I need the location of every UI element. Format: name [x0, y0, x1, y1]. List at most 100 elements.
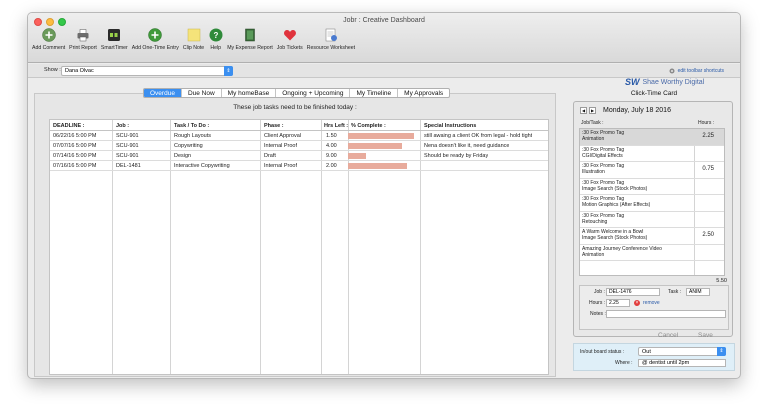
- add-entry-icon: [148, 27, 163, 42]
- hours-total: 5.50: [716, 278, 727, 284]
- progress-fill: [348, 153, 367, 159]
- show-user-select[interactable]: Dana Olvac ⇕: [61, 66, 233, 76]
- col-task[interactable]: Task / To Do :: [174, 123, 209, 129]
- tab-due-now[interactable]: Due Now: [182, 89, 222, 97]
- col-special-instructions[interactable]: Special Instructions: [424, 123, 476, 129]
- notes-field[interactable]: [606, 310, 726, 318]
- toolbar-label: SmartTimer: [100, 45, 128, 51]
- chevron-updown-icon: ⇕: [224, 66, 233, 76]
- show-user-value: Dana Olvac: [65, 68, 94, 74]
- toolbar-expense-report[interactable]: My Expense Report: [226, 27, 274, 51]
- overdue-tasks-table: DEADLINE : Job : Task / To Do : Phase : …: [49, 119, 549, 375]
- toolbar-smarttimer[interactable]: SmartTimer: [100, 27, 129, 51]
- progress-bar: [348, 153, 414, 159]
- add-comment-icon: [41, 27, 56, 42]
- job-cell: SCU-901: [116, 143, 139, 149]
- inout-board-status: In/out board status : Out ⇕ Where : @ de…: [573, 343, 735, 371]
- time-entry-row[interactable]: :30 Fox Promo Tag CGI/Digital Effects: [580, 146, 724, 162]
- entry-task: Animation: [582, 136, 605, 142]
- save-button[interactable]: Save: [698, 332, 713, 339]
- table-header: DEADLINE : Job : Task / To Do : Phase : …: [50, 120, 548, 131]
- next-day-button[interactable]: ▶: [589, 107, 596, 114]
- job-field[interactable]: DEL-1476: [606, 288, 660, 296]
- time-entry-row[interactable]: :30 Fox Promo Tag Animation 2.25: [580, 129, 724, 146]
- tab-my-homebase[interactable]: My homeBase: [222, 89, 277, 97]
- remove-link[interactable]: remove: [643, 300, 660, 306]
- app-window: Jobr : Creative Dashboard Add Comment Pr…: [27, 12, 741, 379]
- card-date: Monday, July 18 2016: [603, 107, 671, 114]
- title-bar: Jobr : Creative Dashboard Add Comment Pr…: [28, 13, 740, 63]
- col-hrs-left[interactable]: Hrs Left :: [324, 123, 348, 129]
- hours-label: Hours :: [589, 300, 606, 306]
- tab-overdue[interactable]: Overdue: [144, 89, 182, 97]
- time-entry-row[interactable]: A Warm Welcome in a Bowl Image Search (St…: [580, 228, 724, 245]
- toolbar: Add Comment Print Report SmartTimer Add …: [31, 27, 356, 51]
- toolbar-help[interactable]: ? Help: [207, 27, 224, 51]
- col-phase[interactable]: Phase :: [264, 123, 284, 129]
- deadline-cell: 07/14/16 5:00 PM: [53, 153, 97, 159]
- entry-task: Retouching: [582, 218, 608, 225]
- remove-icon[interactable]: ×: [634, 300, 640, 306]
- main-panel: These job tasks need to be finished toda…: [34, 93, 556, 377]
- toolbar-label: Clip Note: [182, 45, 205, 51]
- phase-cell: Draft: [264, 153, 276, 159]
- phase-cell: Client Approval: [264, 133, 301, 139]
- side-panel: SW Shae Worthy Digital Click-Time Card ◀…: [573, 73, 735, 343]
- col-job[interactable]: Job :: [116, 123, 129, 129]
- task-cell: Design: [174, 153, 192, 159]
- progress-bar: [348, 133, 414, 139]
- logo-text: Shae Worthy Digital: [642, 78, 705, 86]
- hours-field[interactable]: 2.25: [606, 299, 630, 307]
- col-deadline[interactable]: DEADLINE :: [53, 123, 84, 129]
- click-time-card: ◀ ▶ Monday, July 18 2016 Job/Task : Hour…: [573, 101, 733, 339]
- table-row[interactable]: 07/14/16 5:00 PM SCU-901 Design Draft 9.00 Sh…: [50, 151, 548, 161]
- table-subtitle: These job tasks need to be finished toda…: [233, 104, 357, 111]
- task-cell: Copywriting: [174, 143, 203, 149]
- time-entry-row[interactable]: :30 Fox Promo Tag Retouching: [580, 212, 724, 228]
- toolbar-label: Add One-Time Entry: [131, 45, 179, 51]
- entry-hours: 2.25: [702, 133, 714, 139]
- status-select[interactable]: Out ⇕: [638, 347, 726, 356]
- expense-book-icon: [242, 27, 257, 42]
- entry-task: Illustration: [582, 169, 605, 175]
- time-entries-list[interactable]: :30 Fox Promo Tag Animation 2.25:30 Fox Pr…: [579, 128, 725, 276]
- where-label: Where :: [615, 360, 633, 366]
- task-cell: Interactive Copywriting: [174, 163, 230, 169]
- job-cell: DEL-1481: [116, 163, 141, 169]
- time-entry-row[interactable]: :30 Fox Promo Tag Image Search (Stock Pho…: [580, 179, 724, 195]
- view-tabs: Overdue Due Now My homeBase Ongoing + Up…: [143, 88, 451, 98]
- window-title: Jobr : Creative Dashboard: [343, 17, 425, 24]
- toolbar-label: Help: [210, 45, 222, 51]
- entry-hours: 2.50: [702, 232, 714, 238]
- toolbar-clip-note[interactable]: Clip Note: [182, 27, 205, 51]
- phase-cell: Internal Proof: [264, 143, 298, 149]
- svg-text:?: ?: [213, 31, 218, 40]
- col-job-task: Job/Task :: [581, 120, 604, 126]
- time-entry-row[interactable]: :30 Fox Promo Tag Illustration 0.75: [580, 162, 724, 179]
- where-field[interactable]: @ dentist until 2pm: [638, 359, 726, 367]
- toolbar-print-report[interactable]: Print Report: [68, 27, 98, 51]
- col-pct-complete[interactable]: % Complete :: [351, 123, 386, 129]
- tab-ongoing-upcoming[interactable]: Ongoing + Upcoming: [276, 89, 351, 97]
- task-field[interactable]: ANIM: [686, 288, 710, 296]
- status-value: Out: [642, 349, 651, 355]
- table-row[interactable]: 06/22/16 5:00 PM SCU-901 Rough Layouts Clie…: [50, 131, 548, 141]
- time-entry-row[interactable]: Amazing Journey Conference Video Animatio…: [580, 245, 724, 261]
- special-instructions-cell: Nena doesn't like it, need guidance: [424, 143, 510, 149]
- toolbar-add-comment[interactable]: Add Comment: [31, 27, 66, 51]
- prev-day-button[interactable]: ◀: [580, 107, 587, 114]
- tab-my-timeline[interactable]: My Timeline: [350, 89, 399, 97]
- hrs-left-cell: 4.00: [326, 143, 337, 149]
- entry-task: Image Search (Stock Photos): [582, 185, 648, 192]
- progress-fill: [348, 163, 408, 169]
- cancel-button[interactable]: Cancel: [658, 332, 678, 339]
- timer-icon: [107, 27, 122, 42]
- toolbar-resource-worksheet[interactable]: Resource Worksheet: [306, 27, 356, 51]
- toolbar-job-tickets[interactable]: Job Tickets: [276, 27, 304, 51]
- time-entry-row[interactable]: :30 Fox Promo Tag Motion Graphics (After …: [580, 195, 724, 212]
- tab-my-approvals[interactable]: My Approvals: [398, 89, 449, 97]
- table-row[interactable]: 07/16/16 5:00 PM DEL-1481 Interactive Copy…: [50, 161, 548, 171]
- notes-label: Notes :: [590, 311, 606, 317]
- toolbar-add-one-time-entry[interactable]: Add One-Time Entry: [131, 27, 180, 51]
- table-row[interactable]: 07/07/16 5:00 PM SCU-901 Copywriting Intern…: [50, 141, 548, 151]
